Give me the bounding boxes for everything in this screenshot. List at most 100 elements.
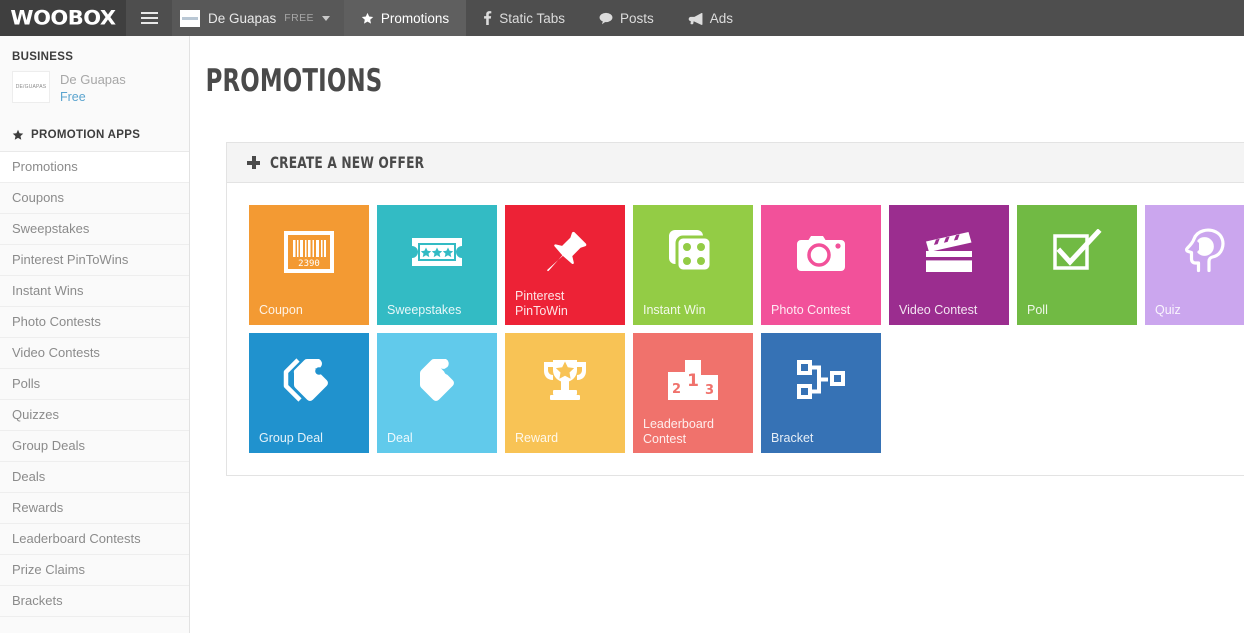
sidebar-item-pinterest-pintowins[interactable]: Pinterest PinToWins	[0, 245, 189, 276]
offer-tile-pinterest-pintowin-label: Pinterest PinToWin	[515, 289, 568, 318]
tab-static-tabs[interactable]: Static Tabs	[466, 0, 582, 36]
tag-icon	[377, 349, 497, 411]
account-switcher[interactable]: De Guapas FREE	[172, 0, 344, 36]
tab-static-tabs-label: Static Tabs	[499, 10, 565, 26]
offer-tile-instant-win-label: Instant Win	[643, 302, 706, 317]
offer-tile-row-1: 2390 Coupon Sweepstakes Pinterest PinToW…	[249, 205, 1244, 325]
star-icon	[12, 129, 24, 141]
offer-tile-deal-label: Deal	[387, 430, 413, 445]
sidebar-business-label: BUSINESS	[12, 51, 74, 63]
sidebar-item-brackets[interactable]: Brackets	[0, 586, 189, 617]
hamburger-icon	[140, 12, 158, 24]
facebook-icon	[483, 11, 492, 25]
offer-tile-group-deal[interactable]: Group Deal	[249, 333, 369, 453]
offer-tile-instant-win[interactable]: Instant Win	[633, 205, 753, 325]
account-plan-badge: FREE	[284, 12, 314, 24]
tab-posts[interactable]: Posts	[582, 0, 671, 36]
offer-tile-poll[interactable]: Poll	[1017, 205, 1137, 325]
offer-tile-video-contest-label: Video Contest	[899, 302, 978, 317]
sidebar-item-prize-claims[interactable]: Prize Claims	[0, 555, 189, 586]
bracket-icon	[761, 349, 881, 411]
tab-ads-label: Ads	[709, 10, 734, 26]
sidebar-item-quizzes[interactable]: Quizzes	[0, 400, 189, 431]
sidebar-item-coupons[interactable]: Coupons	[0, 183, 189, 214]
offer-tile-poll-label: Poll	[1027, 302, 1048, 317]
sidebar-item-leaderboard-contests[interactable]: Leaderboard Contests	[0, 524, 189, 555]
sidebar-item-video-contests[interactable]: Video Contests	[0, 338, 189, 369]
offer-tile-bracket-label: Bracket	[771, 430, 814, 445]
sidebar-item-polls[interactable]: Polls	[0, 369, 189, 400]
sidebar-item-sweepstakes[interactable]: Sweepstakes	[0, 214, 189, 245]
sidebar-business-card[interactable]: DE/GUAPAS De Guapas Free	[0, 69, 189, 121]
sidebar-promotion-apps-header: PROMOTION APPS	[0, 121, 189, 152]
business-name: De Guapas	[60, 72, 126, 87]
woobox-logo-text: WOOBOX	[10, 6, 116, 30]
barcode-icon: 2390	[249, 221, 369, 283]
create-offer-header[interactable]: CREATE A NEW OFFER	[227, 143, 1244, 183]
create-offer-label: CREATE A NEW OFFER	[270, 153, 425, 172]
woobox-logo[interactable]: WOOBOX	[0, 0, 126, 36]
offer-tile-sweepstakes-label: Sweepstakes	[387, 302, 462, 317]
megaphone-icon	[688, 12, 703, 25]
offer-tile-photo-contest-label: Photo Contest	[771, 302, 851, 317]
svg-text:2390: 2390	[298, 259, 320, 269]
sidebar: BUSINESS DE/GUAPAS De Guapas Free PROMOT…	[0, 36, 190, 633]
offer-tile-leaderboard-contest-label: Leaderboard Contest	[643, 417, 714, 446]
offer-tile-reward[interactable]: Reward	[505, 333, 625, 453]
sidebar-menu: Promotions Coupons Sweepstakes Pinterest…	[0, 152, 189, 617]
offer-tile-coupon[interactable]: 2390 Coupon	[249, 205, 369, 325]
business-logo-thumbnail: DE/GUAPAS	[12, 71, 50, 103]
tab-promotions[interactable]: Promotions	[343, 0, 467, 36]
offer-tile-sweepstakes[interactable]: Sweepstakes	[377, 205, 497, 325]
offer-tile-video-contest[interactable]: Video Contest	[889, 205, 1009, 325]
offer-tile-quiz[interactable]: Quiz	[1145, 205, 1244, 325]
brain-head-icon	[1145, 221, 1244, 283]
offer-tile-group-deal-label: Group Deal	[259, 430, 323, 445]
sidebar-item-deals[interactable]: Deals	[0, 462, 189, 493]
tab-ads[interactable]: Ads	[671, 0, 750, 36]
checkbox-icon	[1017, 221, 1137, 283]
page-title: PROMOTIONS	[205, 63, 383, 99]
double-tag-icon	[249, 349, 369, 411]
svg-text:3: 3	[705, 383, 714, 398]
sidebar-item-rewards[interactable]: Rewards	[0, 493, 189, 524]
trophy-icon	[505, 349, 625, 411]
offer-tile-pinterest-pintowin[interactable]: Pinterest PinToWin	[505, 205, 625, 325]
offer-tile-row-2: Group Deal Deal Reward 12 3 Leaderboard C…	[249, 333, 1244, 453]
create-offer-panel: CREATE A NEW OFFER 2390 Coupon Sweepstak…	[226, 142, 1244, 476]
star-icon	[361, 12, 374, 25]
comment-icon	[599, 12, 613, 25]
chevron-down-icon	[321, 15, 330, 21]
offer-type-grid: 2390 Coupon Sweepstakes Pinterest PinToW…	[227, 183, 1244, 475]
top-navigation-bar: WOOBOX De Guapas FREE Promotions Static …	[0, 0, 1244, 36]
camera-icon	[761, 221, 881, 283]
primary-nav-tabs: Promotions Static Tabs Posts Ads	[343, 0, 750, 36]
offer-tile-bracket[interactable]: Bracket	[761, 333, 881, 453]
dice-icon	[633, 221, 753, 283]
podium-icon: 12 3	[633, 349, 753, 411]
sidebar-item-photo-contests[interactable]: Photo Contests	[0, 307, 189, 338]
plus-icon	[247, 156, 260, 169]
offer-tile-reward-label: Reward	[515, 430, 559, 445]
sidebar-item-group-deals[interactable]: Group Deals	[0, 431, 189, 462]
ticket-icon	[377, 221, 497, 283]
tab-promotions-label: Promotions	[380, 10, 450, 26]
svg-text:1: 1	[687, 371, 699, 391]
account-avatar	[180, 9, 200, 27]
sidebar-item-promotions[interactable]: Promotions	[0, 152, 189, 183]
offer-tile-coupon-label: Coupon	[259, 302, 303, 317]
sidebar-item-instant-wins[interactable]: Instant Wins	[0, 276, 189, 307]
business-plan-link[interactable]: Free	[60, 88, 126, 107]
clapperboard-icon	[889, 221, 1009, 283]
account-name: De Guapas	[208, 10, 277, 26]
main-content: PROMOTIONS CREATE A NEW OFFER 2390 Coupo…	[190, 36, 1244, 633]
offer-tile-leaderboard-contest[interactable]: 12 3 Leaderboard Contest	[633, 333, 753, 453]
pushpin-icon	[505, 221, 625, 283]
offer-tile-quiz-label: Quiz	[1155, 302, 1181, 317]
offer-tile-photo-contest[interactable]: Photo Contest	[761, 205, 881, 325]
offer-tile-deal[interactable]: Deal	[377, 333, 497, 453]
hamburger-menu-button[interactable]	[126, 0, 172, 36]
tab-posts-label: Posts	[619, 10, 654, 26]
sidebar-promotion-apps-label: PROMOTION APPS	[31, 129, 141, 141]
svg-text:2: 2	[672, 382, 681, 397]
